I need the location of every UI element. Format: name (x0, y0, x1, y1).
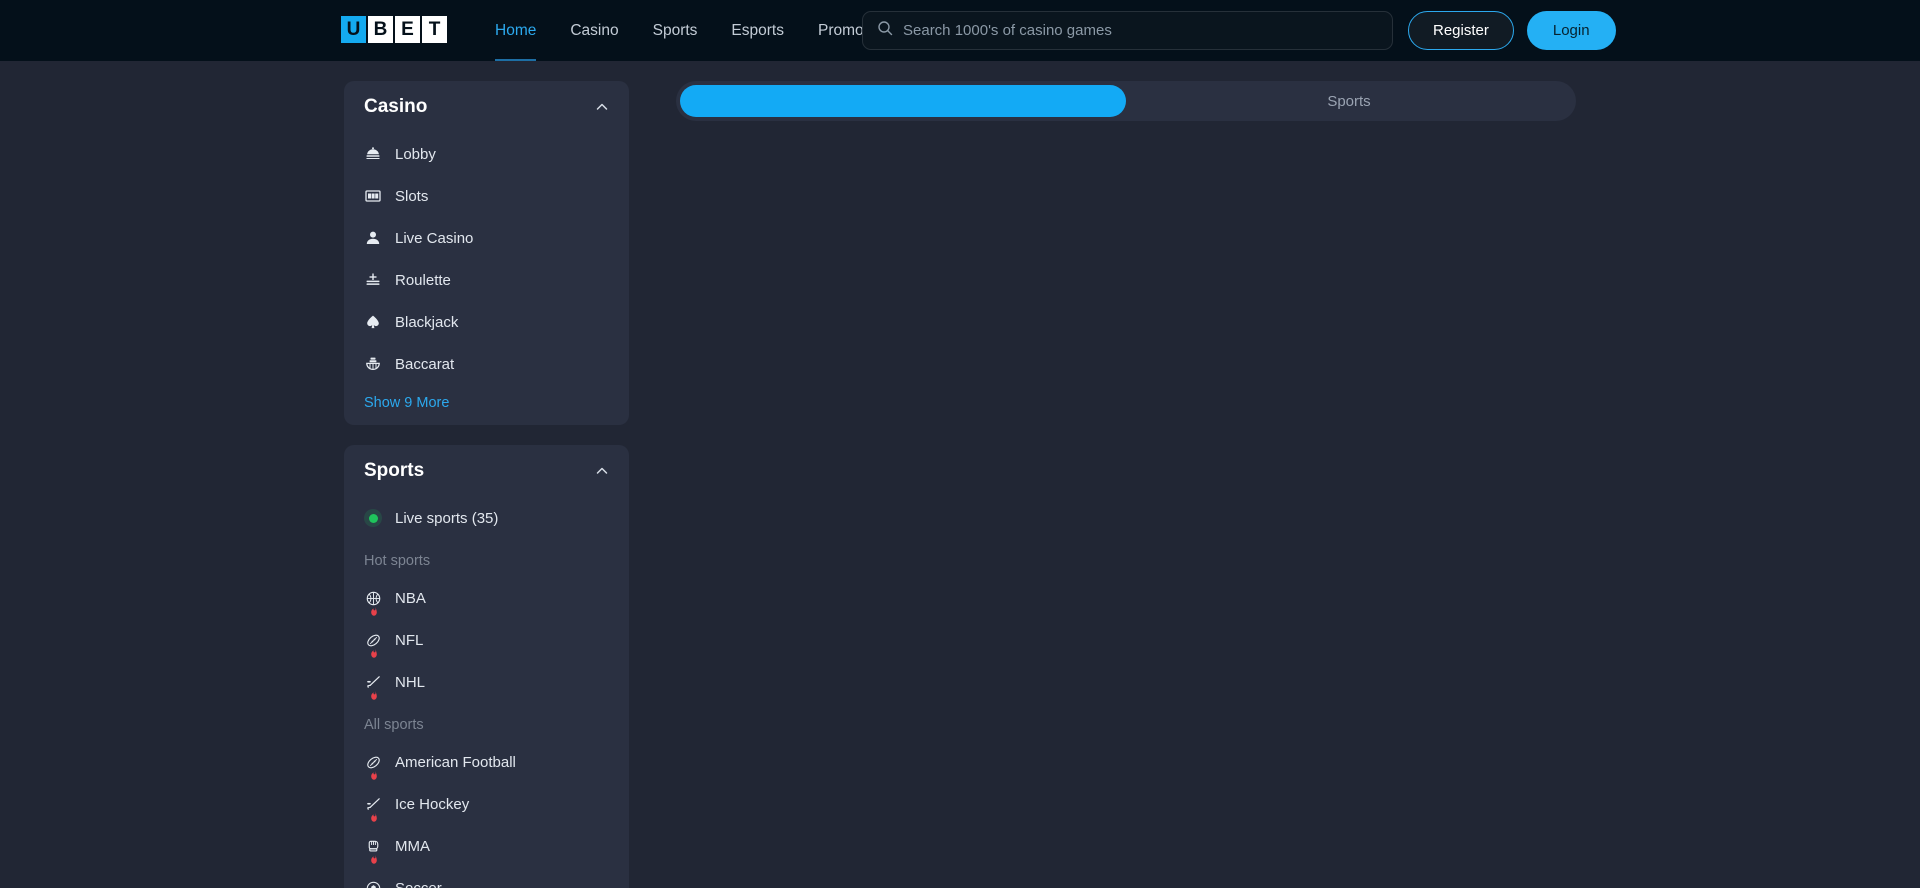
sidebar-item-baccarat[interactable]: Baccarat (344, 343, 629, 385)
sidebar-item-nhl[interactable]: NHL (344, 661, 629, 703)
main-navigation: Home Casino Sports Esports Promotions (478, 0, 913, 61)
toggle-option-casino[interactable] (680, 85, 1126, 117)
live-indicator-icon (364, 509, 382, 527)
sidebar-item-mma-label: MMA (395, 837, 430, 855)
nav-item-home[interactable]: Home (478, 0, 553, 61)
sidebar-item-lobby[interactable]: Lobby (344, 133, 629, 175)
sidebar-item-roulette[interactable]: Roulette (344, 259, 629, 301)
all-sports-label: All sports (364, 717, 424, 733)
sidebar-item-live-sports-label: Live sports (35) (395, 509, 499, 527)
chevron-up-icon[interactable] (595, 464, 609, 478)
toggle-option-sports[interactable]: Sports (1126, 85, 1572, 117)
flame-badge-icon (369, 645, 379, 658)
page-body: Casino Lobby Slots Live Casino Roulette … (0, 61, 1920, 888)
nav-item-esports[interactable]: Esports (714, 0, 801, 61)
casino-panel-header[interactable]: Casino (344, 81, 629, 133)
sidebar-item-mma[interactable]: MMA (344, 825, 629, 867)
dealer-person-icon (364, 229, 382, 247)
sidebar-item-blackjack[interactable]: Blackjack (344, 301, 629, 343)
top-header: U B E T Home Casino Sports Esports Promo… (0, 0, 1920, 61)
nav-item-esports-label: Esports (731, 21, 784, 39)
logo-letter-t: T (422, 16, 447, 43)
ubet-logo[interactable]: U B E T (341, 16, 447, 43)
flame-badge-icon (369, 687, 379, 700)
nav-item-sports-label: Sports (652, 21, 698, 39)
nav-item-home-label: Home (495, 21, 537, 39)
sidebar-item-slots[interactable]: Slots (344, 175, 629, 217)
nav-item-sports[interactable]: Sports (636, 0, 715, 61)
flame-badge-icon (369, 603, 379, 616)
sidebar-item-live-casino[interactable]: Live Casino (344, 217, 629, 259)
casino-panel: Casino Lobby Slots Live Casino Roulette … (344, 81, 629, 425)
spade-icon (364, 313, 382, 331)
hot-sports-label: Hot sports (364, 553, 431, 569)
sidebar-item-nfl[interactable]: NFL (344, 619, 629, 661)
sidebar-item-lobby-label: Lobby (395, 145, 436, 163)
nav-item-casino-label: Casino (570, 21, 619, 39)
sports-panel-title: Sports (364, 460, 425, 481)
chevron-up-icon[interactable] (595, 100, 609, 114)
sidebar-item-american-football[interactable]: American Football (344, 741, 629, 783)
search-box[interactable] (862, 11, 1393, 50)
casino-panel-title: Casino (364, 96, 428, 117)
sidebar-item-soccer-label: Soccer (395, 879, 442, 888)
flame-badge-icon (369, 851, 379, 864)
auth-buttons: Register Login (1408, 11, 1616, 50)
register-button[interactable]: Register (1408, 11, 1514, 50)
cloche-icon (364, 145, 382, 163)
sidebar-item-nba[interactable]: NBA (344, 577, 629, 619)
casino-sports-toggle: Sports (676, 81, 1576, 121)
sidebar-item-live-sports[interactable]: Live sports (35) (344, 497, 629, 539)
logo-letter-b: B (368, 16, 393, 43)
main-content: Sports (676, 81, 1576, 121)
sidebar-item-baccarat-label: Baccarat (395, 355, 455, 373)
sidebar-item-american-football-label: American Football (395, 753, 516, 771)
logo-letter-u: U (341, 16, 366, 43)
baccarat-icon (364, 355, 382, 373)
login-button[interactable]: Login (1526, 11, 1616, 50)
search-input[interactable] (903, 22, 1378, 39)
flame-badge-icon (369, 767, 379, 780)
sidebar-item-nba-label: NBA (395, 589, 426, 607)
sidebar-item-soccer[interactable]: Soccer (344, 867, 629, 888)
flame-badge-icon (369, 809, 379, 822)
nav-item-casino[interactable]: Casino (553, 0, 635, 61)
search-container (862, 11, 1393, 50)
sidebar-item-blackjack-label: Blackjack (395, 313, 459, 331)
sports-panel: Sports Live sports (35) Hot sports NBA N… (344, 445, 629, 888)
sports-panel-header[interactable]: Sports (344, 445, 629, 497)
sidebar-item-nfl-label: NFL (395, 631, 424, 649)
sidebar-item-roulette-label: Roulette (395, 271, 451, 289)
soccer-ball-icon (364, 879, 382, 888)
sidebar-item-slots-label: Slots (395, 187, 429, 205)
search-icon (877, 20, 893, 41)
sidebar-item-nhl-label: NHL (395, 673, 426, 691)
sidebar-item-ice-hockey-label: Ice Hockey (395, 795, 470, 813)
slot-machine-icon (364, 187, 382, 205)
sidebar-item-ice-hockey[interactable]: Ice Hockey (344, 783, 629, 825)
roulette-icon (364, 271, 382, 289)
left-sidebar: Casino Lobby Slots Live Casino Roulette … (344, 81, 629, 888)
sidebar-item-live-casino-label: Live Casino (395, 229, 474, 247)
logo-letter-e: E (395, 16, 420, 43)
show-more-casino-link[interactable]: Show 9 More (344, 385, 629, 411)
